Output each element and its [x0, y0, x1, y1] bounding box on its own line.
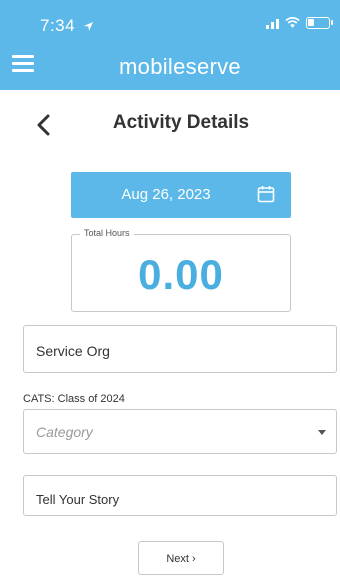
total-hours-label: Total Hours [80, 228, 134, 238]
category-placeholder: Category [36, 424, 93, 440]
caret-down-icon [318, 430, 326, 435]
tell-your-story-field[interactable]: Tell Your Story [23, 475, 337, 516]
total-hours-box[interactable]: Total Hours 0.00 [71, 228, 291, 312]
signal-icon [266, 17, 279, 29]
date-value: Aug 26, 2023 [121, 186, 211, 203]
category-select[interactable]: Category [23, 409, 337, 454]
brand-title: mobileserve [119, 54, 241, 79]
calendar-icon [257, 186, 275, 203]
wifi-icon [285, 17, 300, 28]
page-title: Activity Details [112, 112, 250, 133]
cats-label: CATS: Class of 2024 [23, 393, 125, 405]
next-button[interactable]: Next › [138, 541, 224, 575]
location-arrow-icon [84, 21, 94, 32]
total-hours-value: 0.00 [138, 251, 224, 298]
status-time: 7:34 [40, 16, 94, 36]
service-org-placeholder: Service Org [36, 343, 110, 359]
status-icons [266, 17, 333, 29]
date-picker-button[interactable]: Aug 26, 2023 [71, 172, 291, 218]
battery-icon [306, 17, 333, 29]
clock-time: 7:34 [40, 16, 76, 35]
nav-bar: mobileserve [0, 50, 340, 90]
service-org-field[interactable]: Service Org [23, 325, 337, 373]
status-bar: 7:34 [0, 0, 340, 50]
story-placeholder: Tell Your Story [36, 492, 120, 507]
